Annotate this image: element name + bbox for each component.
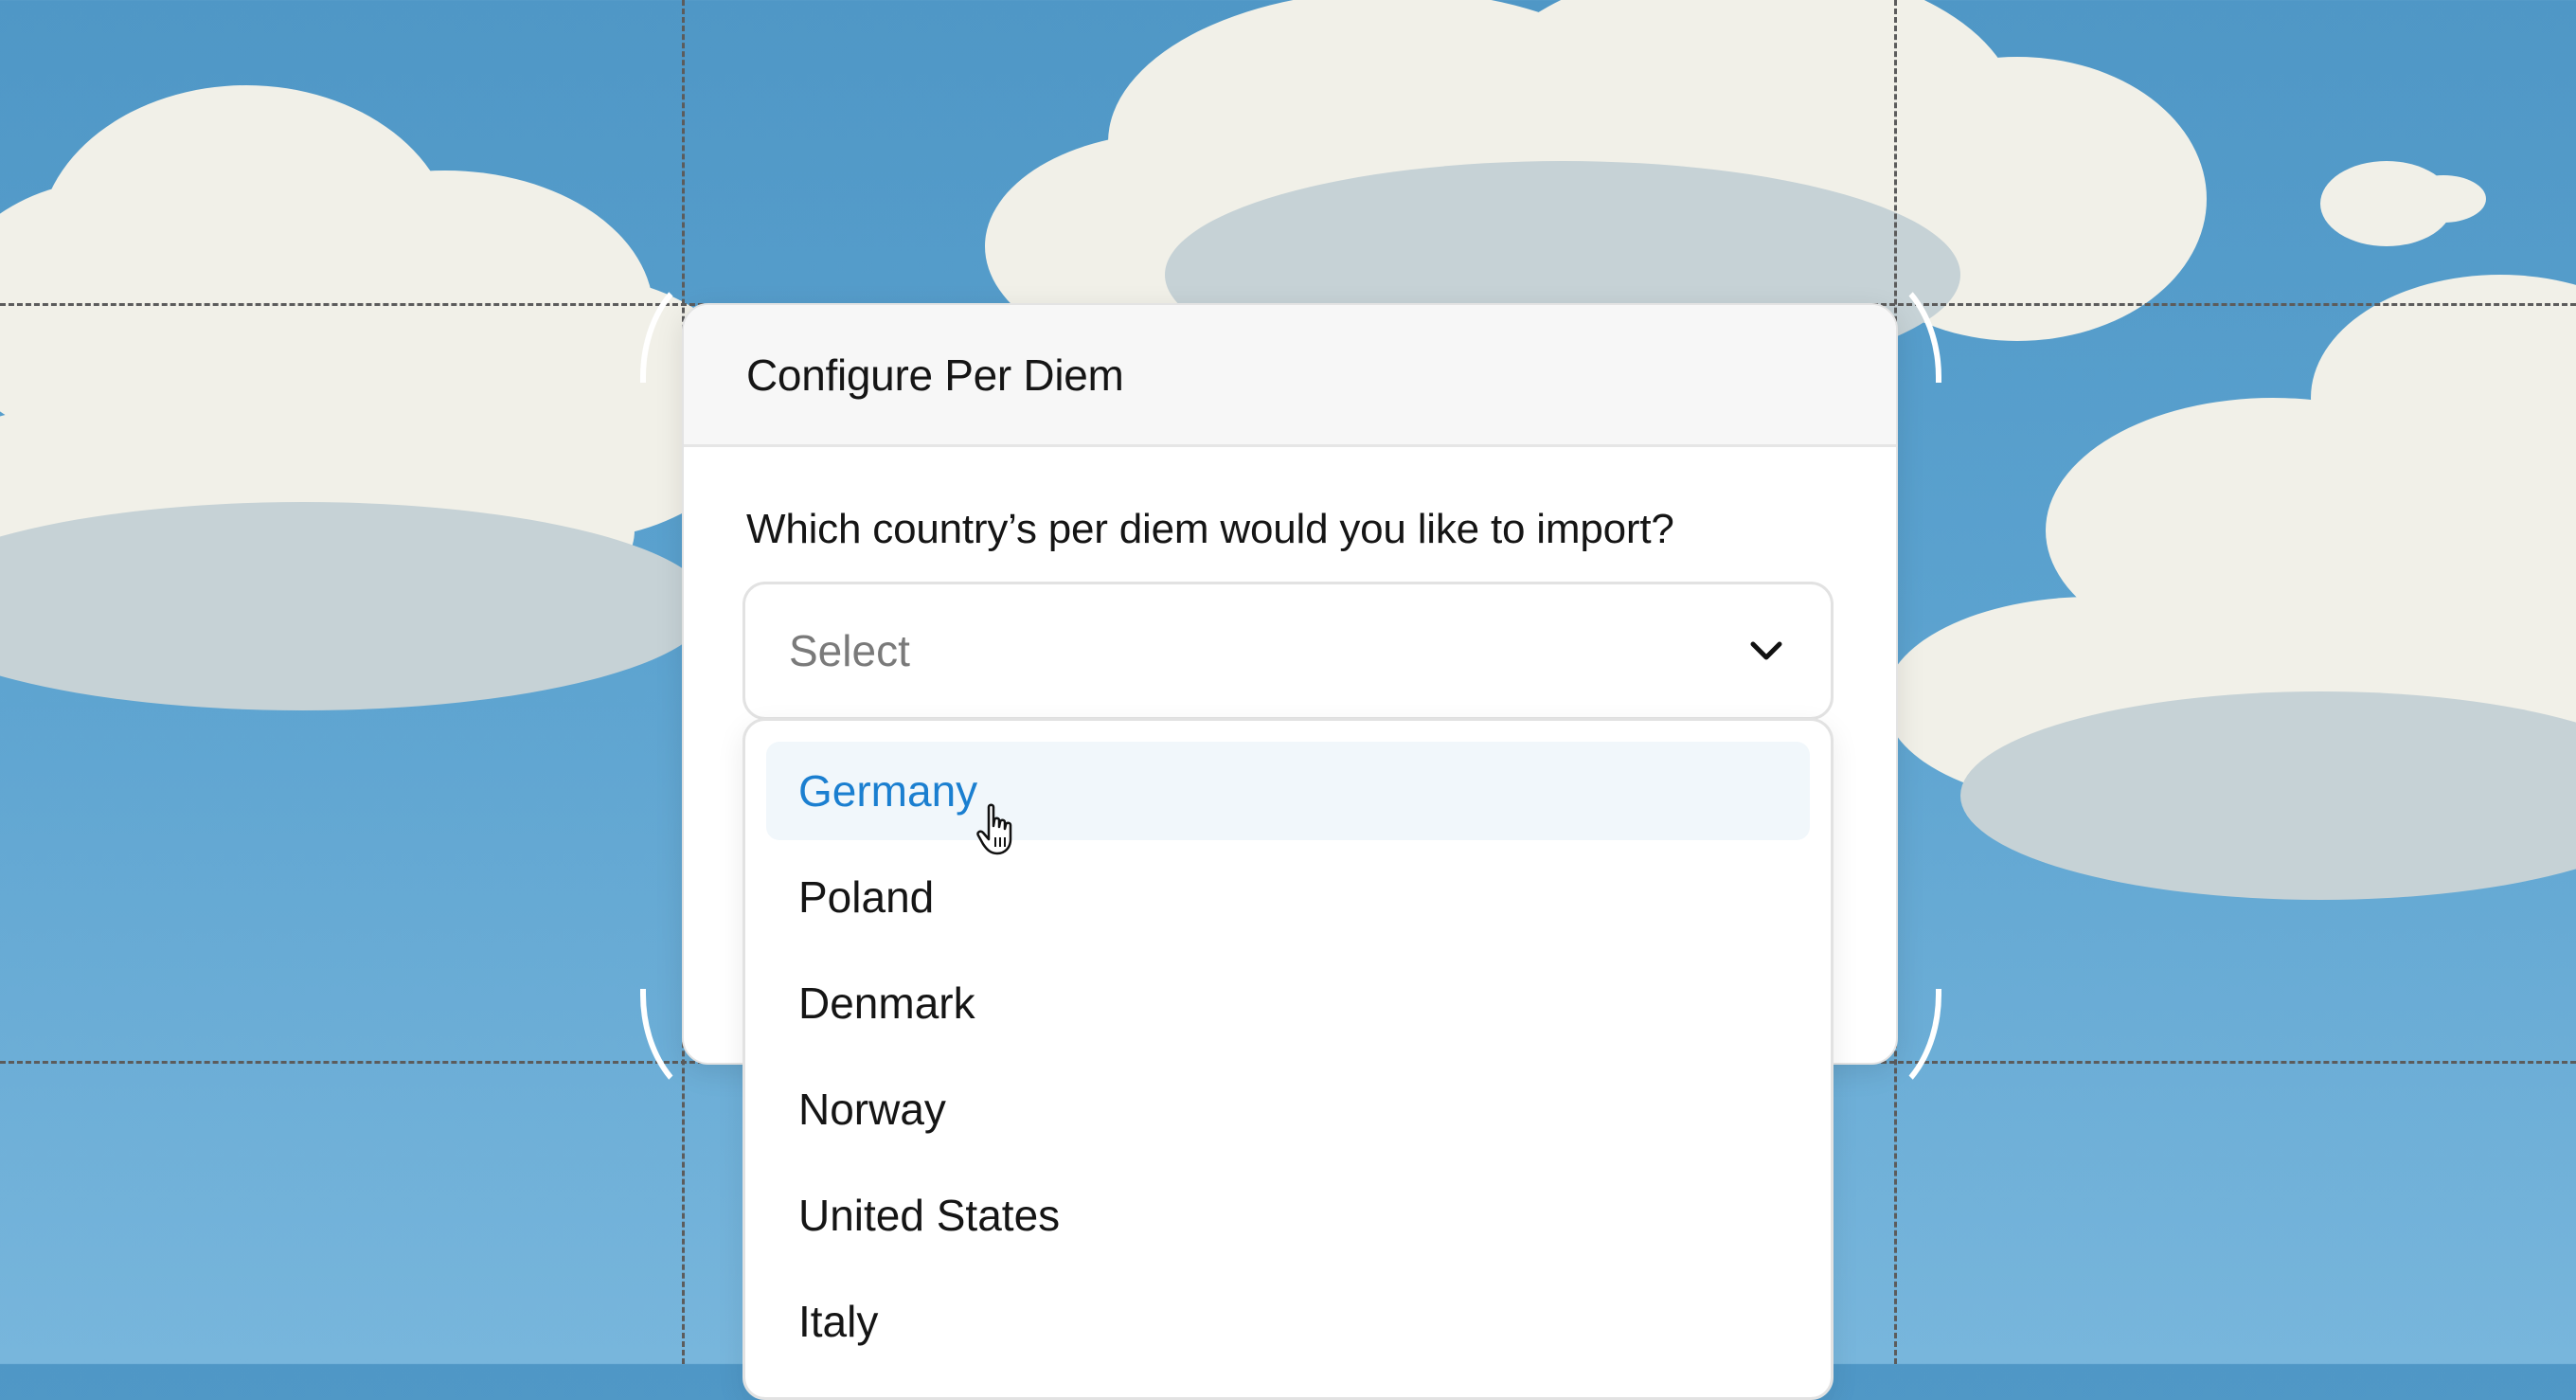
select-placeholder: Select	[789, 626, 910, 675]
option-poland[interactable]: Poland	[766, 848, 1810, 946]
cloud-right	[1885, 275, 2576, 900]
cloud-small	[2320, 161, 2486, 246]
dialog-header: Configure Per Diem	[684, 305, 1896, 447]
option-italy[interactable]: Italy	[766, 1272, 1810, 1371]
option-norway[interactable]: Norway	[766, 1060, 1810, 1158]
dialog-title: Configure Per Diem	[746, 350, 1124, 400]
country-select[interactable]: Select	[742, 582, 1834, 720]
country-question-label: Which country’s per diem would you like …	[746, 506, 1674, 552]
option-united-states[interactable]: United States	[766, 1166, 1810, 1265]
cloud-left	[0, 85, 758, 710]
country-dropdown-list: Germany Poland Denmark Norway United Sta…	[742, 718, 1834, 1400]
hand-pointer-icon	[976, 803, 1012, 855]
option-denmark[interactable]: Denmark	[766, 954, 1810, 1052]
option-germany[interactable]: Germany	[766, 742, 1810, 840]
chevron-down-icon[interactable]	[1749, 639, 1783, 662]
